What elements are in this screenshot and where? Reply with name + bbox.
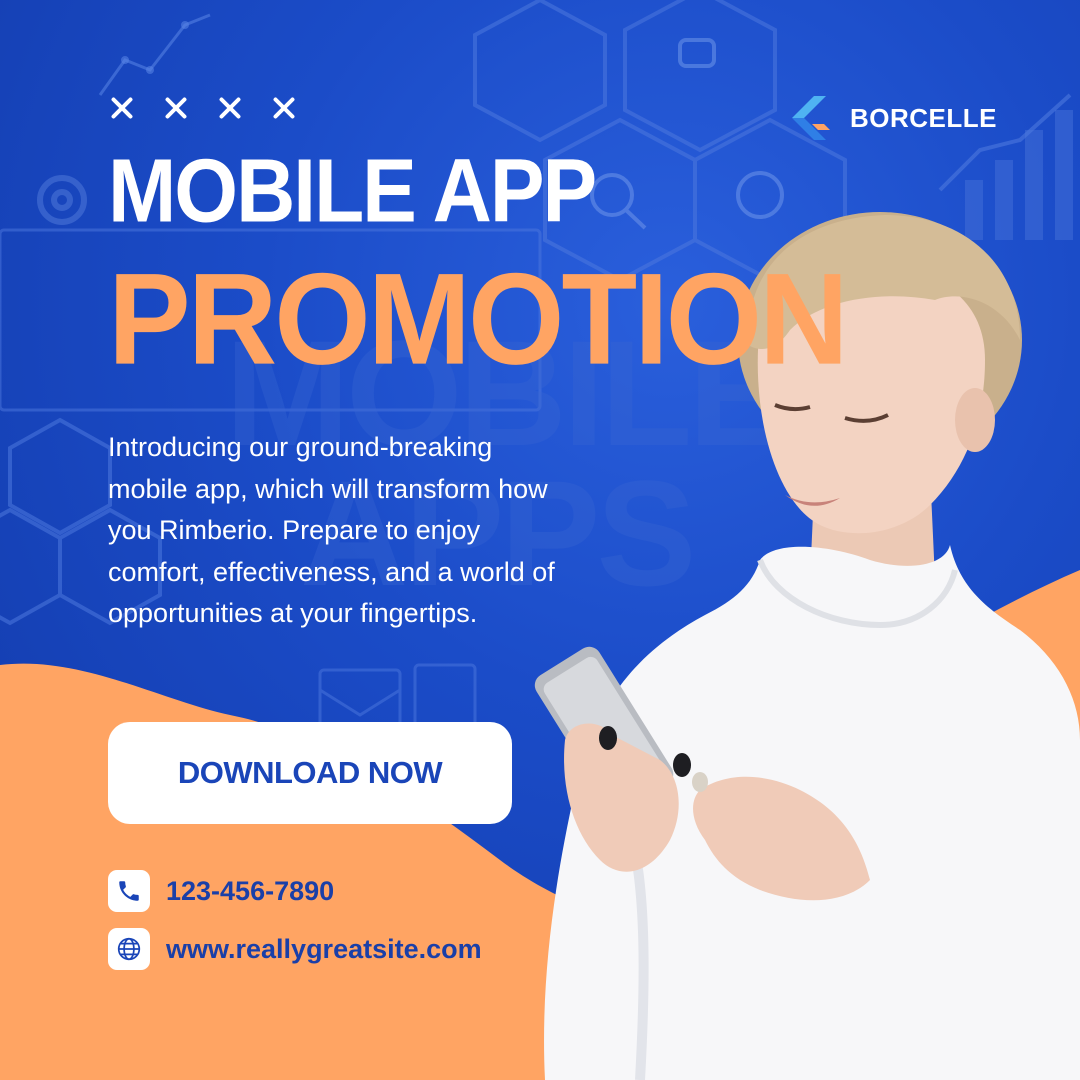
website-url: www.reallygreatsite.com [166,933,482,964]
x-mark-icon [110,96,134,120]
x-mark-icon [218,96,242,120]
chevron-logo-icon [792,96,830,140]
x-mark-icon [164,96,188,120]
contact-website[interactable]: www.reallygreatsite.com [108,928,482,970]
globe-icon [108,928,150,970]
headline-line-2: PROMOTION [108,247,849,392]
description-text: Introducing our ground-breaking mobile a… [108,432,555,628]
phone-number: 123-456-7890 [166,875,335,906]
brand-name: BORCELLE [850,102,997,133]
brand-logo: BORCELLE [790,96,997,140]
contact-phone[interactable]: 123-456-7890 [108,870,334,912]
x-mark-icon [272,96,296,120]
decorative-x-marks [110,96,296,120]
promo-poster: MOBILE APPS BORCELLE MOBILE APP PROMOTIO… [0,0,1080,1080]
download-now-button[interactable]: DOWNLOAD NOW [108,722,512,824]
headline-line-1: MOBILE APP [108,141,597,242]
phone-icon [108,870,150,912]
